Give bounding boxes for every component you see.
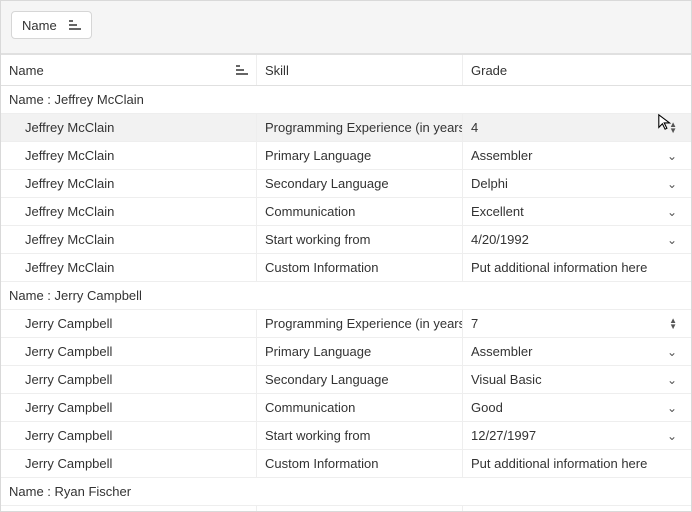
cell-grade-value: Delphi <box>471 176 508 191</box>
table-row[interactable]: Ryan FischerProgramming Experience (in y… <box>1 506 691 511</box>
column-header-grade-label: Grade <box>471 63 507 78</box>
table-row[interactable]: Jeffrey McClainSecondary Language Delphi ⌄ <box>1 170 691 198</box>
cell-name[interactable]: Jerry Campbell <box>1 338 257 365</box>
cell-grade[interactable]: Visual Basic ⌄ <box>463 366 691 393</box>
table-row[interactable]: Jeffrey McClainPrimary LanguageAssembler… <box>1 142 691 170</box>
cell-grade[interactable]: Delphi ⌄ <box>463 170 691 197</box>
group-header-row[interactable]: Name : Jerry Campbell <box>1 282 691 310</box>
grid-scroll-viewport[interactable]: Name Name Skill Grade Name : Jeffrey McC… <box>1 1 691 511</box>
chevron-down-icon[interactable]: ⌄ <box>667 149 677 163</box>
cell-grade-value: Put additional information here <box>471 260 647 275</box>
column-header-name-label: Name <box>9 63 44 78</box>
cell-skill[interactable]: Programming Experience (in years) <box>257 506 463 511</box>
cell-grade-value: Excellent <box>471 204 524 219</box>
group-chip-label: Name <box>22 18 57 33</box>
cell-grade-value: Good <box>471 400 503 415</box>
chevron-down-icon[interactable]: ⌄ <box>667 401 677 415</box>
cell-grade-value: Assembler <box>471 148 532 163</box>
sort-ascending-icon <box>69 20 81 30</box>
cell-grade-value: Assembler <box>471 344 532 359</box>
group-by-panel[interactable]: Name <box>1 1 691 54</box>
cell-grade-value: Visual Basic <box>471 372 542 387</box>
chevron-down-icon[interactable]: ⌄ <box>667 429 677 443</box>
cell-name[interactable]: Jeffrey McClain <box>1 142 257 169</box>
column-header-skill[interactable]: Skill <box>257 55 463 85</box>
spin-buttons-icon[interactable]: ▲▼ <box>669 318 677 330</box>
sort-ascending-icon <box>236 65 248 75</box>
table-row[interactable]: Jerry CampbellPrimary Language Assembler ⌄ <box>1 338 691 366</box>
column-header-row: Name Skill Grade <box>1 54 691 86</box>
group-header-row[interactable]: Name : Ryan Fischer <box>1 478 691 506</box>
cell-name[interactable]: Jerry Campbell <box>1 394 257 421</box>
cell-grade[interactable]: 12/27/1997 ⌄ <box>463 422 691 449</box>
table-row[interactable]: Jeffrey McClainCustom Information Put add… <box>1 254 691 282</box>
group-header-row[interactable]: Name : Jeffrey McClain <box>1 86 691 114</box>
cell-grade-value: 4/20/1992 <box>471 232 529 247</box>
cell-grade[interactable]: Good ⌄ <box>463 394 691 421</box>
cell-name[interactable]: Jerry Campbell <box>1 366 257 393</box>
cell-name[interactable]: Jerry Campbell <box>1 422 257 449</box>
cell-grade[interactable]: 4 ▲▼ <box>463 114 691 141</box>
cell-skill[interactable]: Secondary Language <box>257 170 463 197</box>
group-header-label: Name : Jeffrey McClain <box>9 92 144 107</box>
table-row[interactable]: Jeffrey McClainProgramming Experience (i… <box>1 114 691 142</box>
cell-grade-value: 4 <box>471 120 478 135</box>
column-header-name[interactable]: Name <box>1 55 257 85</box>
column-header-skill-label: Skill <box>265 63 289 78</box>
cell-skill[interactable]: Programming Experience (in years) <box>257 310 463 337</box>
cell-grade-value: Put additional information here <box>471 456 647 471</box>
cell-skill[interactable]: Custom Information <box>257 254 463 281</box>
chevron-down-icon[interactable]: ⌄ <box>667 345 677 359</box>
group-header-label: Name : Ryan Fischer <box>9 484 131 499</box>
cell-skill[interactable]: Communication <box>257 394 463 421</box>
chevron-down-icon[interactable]: ⌄ <box>667 373 677 387</box>
cell-name[interactable]: Jerry Campbell <box>1 450 257 477</box>
cell-grade[interactable]: Assembler ⌄ <box>463 338 691 365</box>
chevron-down-icon[interactable]: ⌄ <box>667 177 677 191</box>
cell-name[interactable]: Jerry Campbell <box>1 310 257 337</box>
table-row[interactable]: Jerry CampbellProgramming Experience (in… <box>1 310 691 338</box>
cell-grade[interactable]: Put additional information here <box>463 450 691 477</box>
cell-name[interactable]: Jeffrey McClain <box>1 170 257 197</box>
cell-skill[interactable]: Secondary Language <box>257 366 463 393</box>
cell-grade[interactable]: Excellent ⌄ <box>463 198 691 225</box>
cell-name[interactable]: Jeffrey McClain <box>1 198 257 225</box>
cell-skill[interactable]: Start working from <box>257 422 463 449</box>
cell-grade[interactable]: Put additional information here <box>463 254 691 281</box>
cell-skill[interactable]: Start working from <box>257 226 463 253</box>
cell-name[interactable]: Jeffrey McClain <box>1 114 257 141</box>
table-row[interactable]: Jeffrey McClainCommunication Excellent ⌄ <box>1 198 691 226</box>
cell-grade[interactable]: 4/20/1992 ⌄ <box>463 226 691 253</box>
chevron-down-icon[interactable]: ⌄ <box>667 205 677 219</box>
cell-grade-value: 7 <box>471 316 478 331</box>
cell-name[interactable]: Jeffrey McClain <box>1 226 257 253</box>
group-chip-name[interactable]: Name <box>11 11 92 39</box>
column-header-grade[interactable]: Grade <box>463 55 691 85</box>
cell-name[interactable]: Ryan Fischer <box>1 506 257 511</box>
cell-grade-value: 12/27/1997 <box>471 428 536 443</box>
table-row[interactable]: Jerry CampbellCustom Information Put addi… <box>1 450 691 478</box>
group-header-label: Name : Jerry Campbell <box>9 288 142 303</box>
table-row[interactable]: Jeffrey McClainStart working from4/20/19… <box>1 226 691 254</box>
cell-skill[interactable]: Custom Information <box>257 450 463 477</box>
cell-name[interactable]: Jeffrey McClain <box>1 254 257 281</box>
spin-buttons-icon[interactable]: ▲▼ <box>669 122 677 134</box>
cell-skill[interactable]: Primary Language <box>257 338 463 365</box>
cell-skill[interactable]: Primary Language <box>257 142 463 169</box>
cell-grade[interactable]: 7▲▼ <box>463 506 691 511</box>
cell-grade[interactable]: 7 ▲▼ <box>463 310 691 337</box>
cell-skill[interactable]: Programming Experience (in years) <box>257 114 463 141</box>
table-row[interactable]: Jerry CampbellStart working from12/27/19… <box>1 422 691 450</box>
table-row[interactable]: Jerry CampbellSecondary LanguageVisual B… <box>1 366 691 394</box>
chevron-down-icon[interactable]: ⌄ <box>667 233 677 247</box>
table-row[interactable]: Jerry CampbellCommunication Good ⌄ <box>1 394 691 422</box>
cell-skill[interactable]: Communication <box>257 198 463 225</box>
cell-grade[interactable]: Assembler ⌄ <box>463 142 691 169</box>
